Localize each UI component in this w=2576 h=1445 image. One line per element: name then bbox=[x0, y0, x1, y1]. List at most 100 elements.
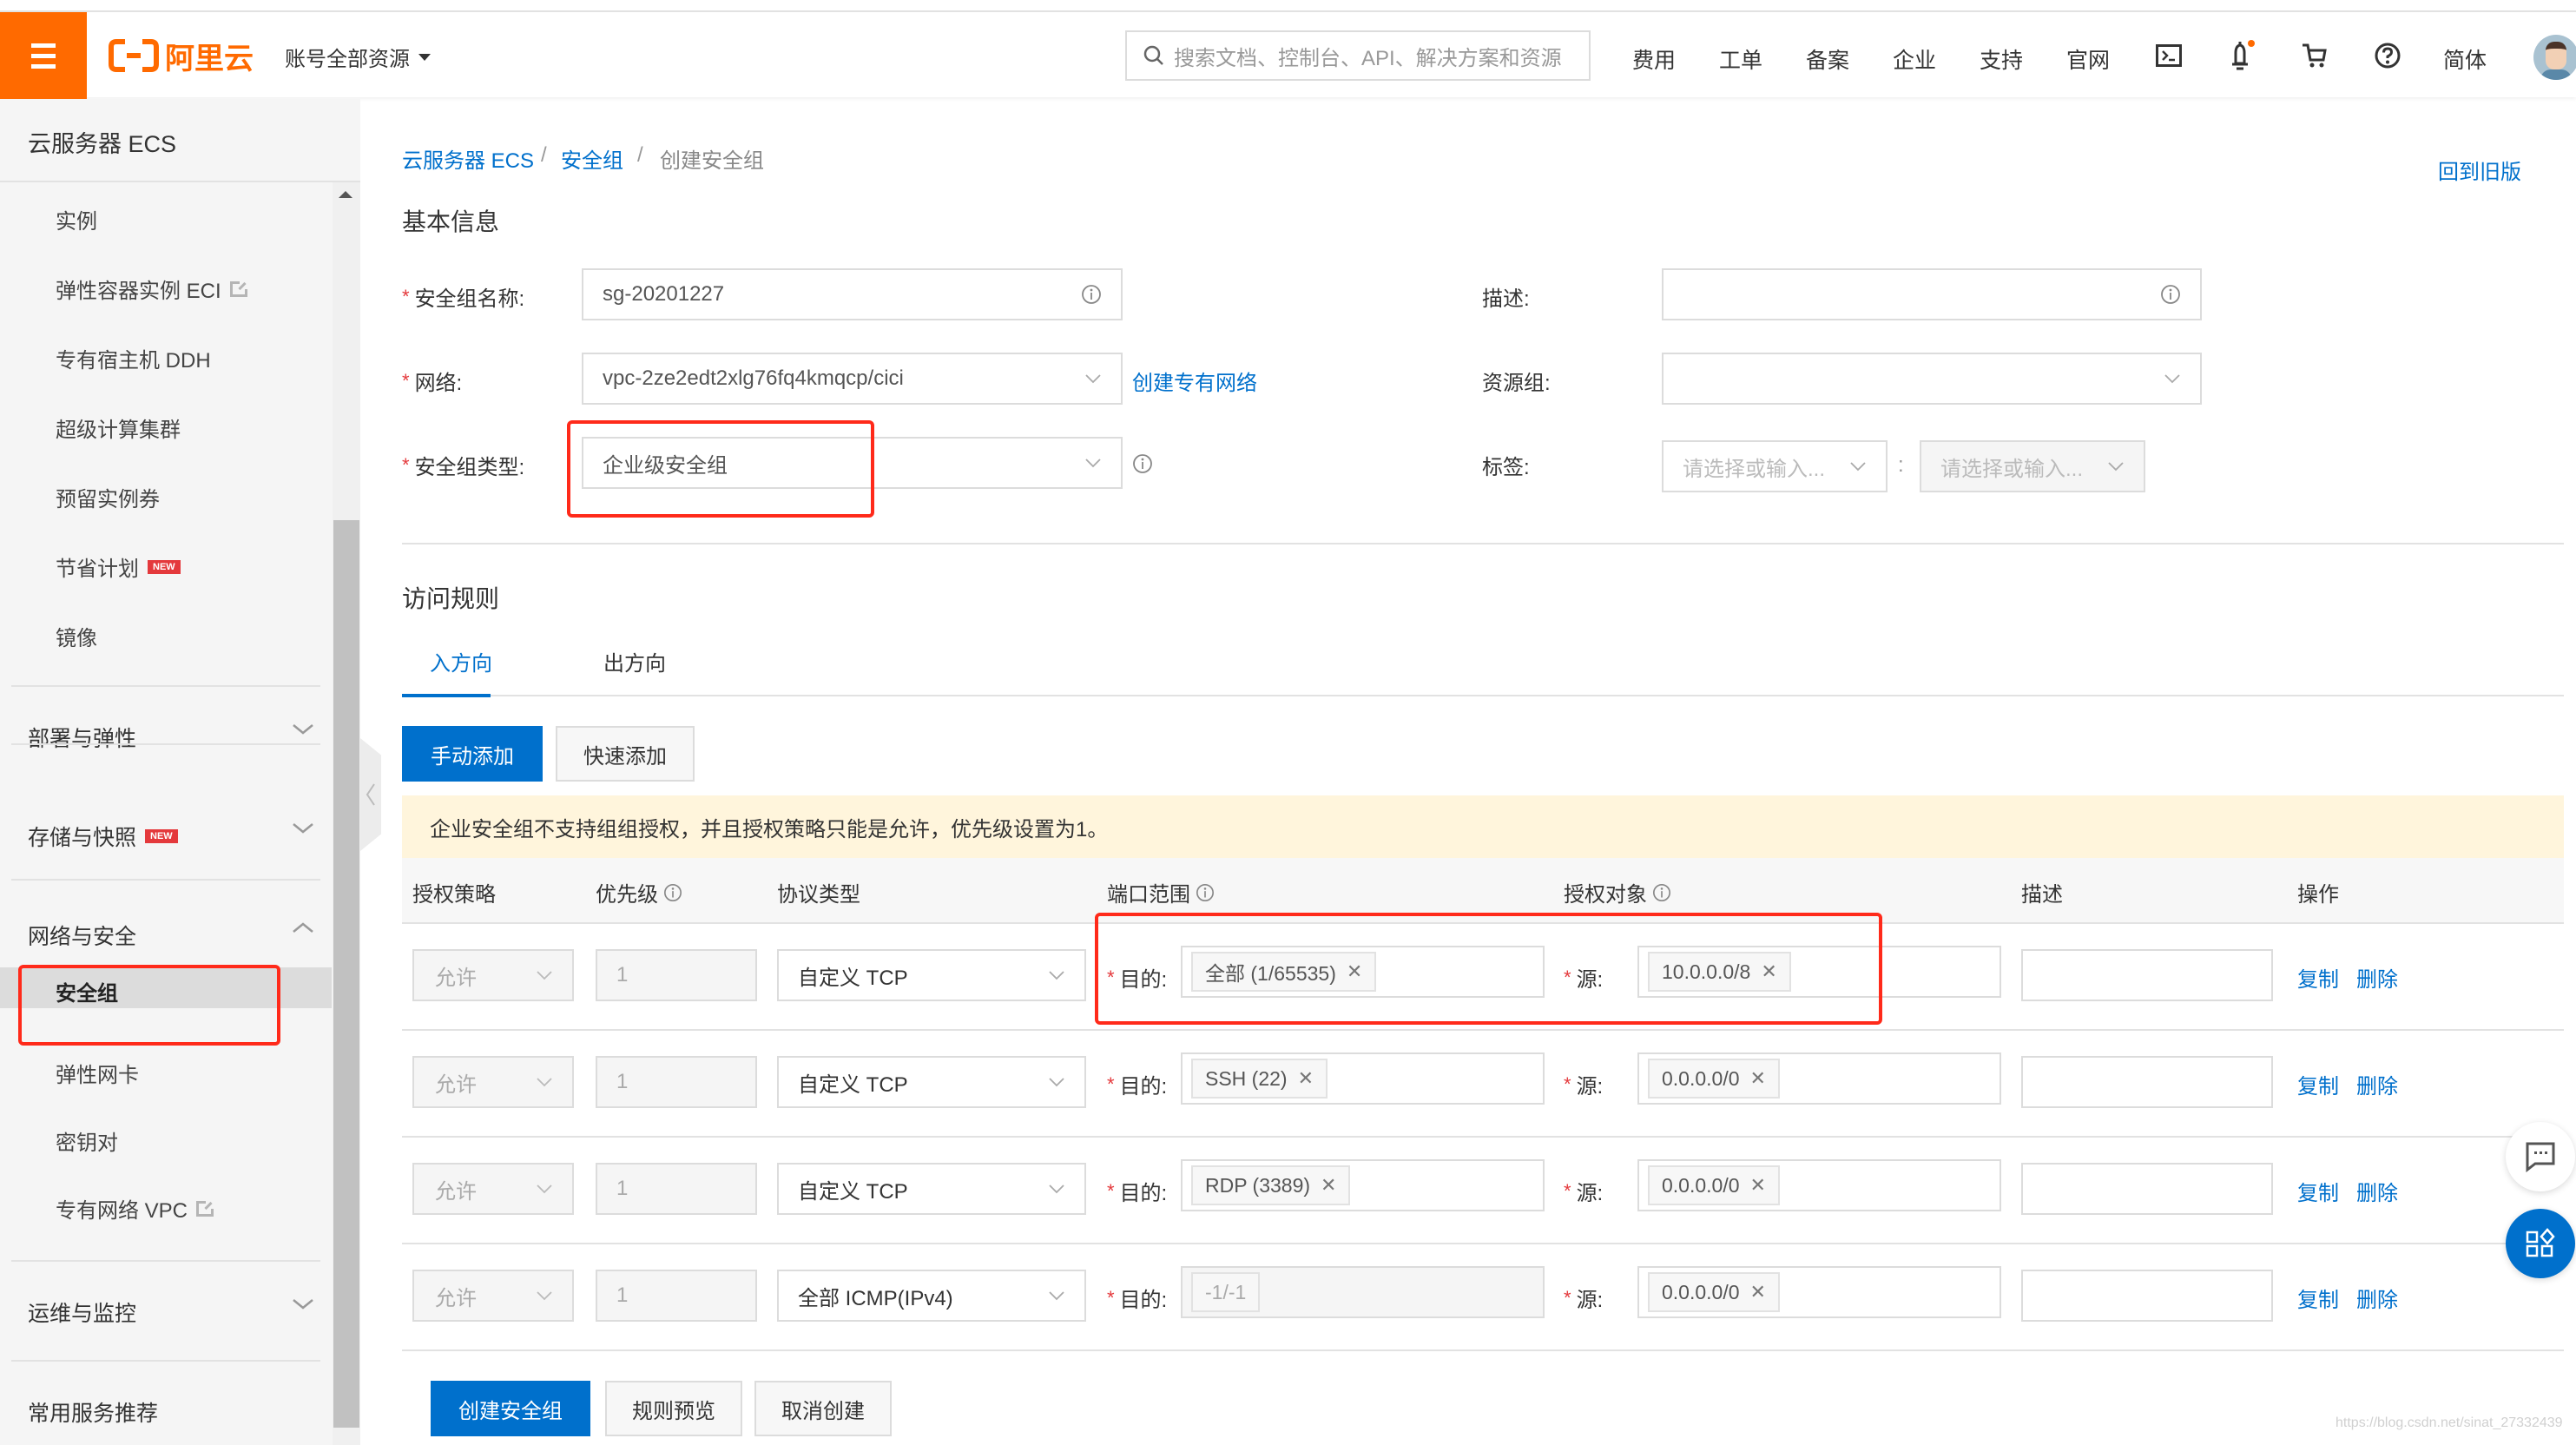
rule-description-input[interactable] bbox=[2021, 1163, 2273, 1215]
remove-tag-icon[interactable]: ✕ bbox=[1750, 1067, 1766, 1090]
tag-value-select[interactable]: 请选择或输入... bbox=[1920, 440, 2145, 492]
remove-tag-icon[interactable]: ✕ bbox=[1750, 1281, 1766, 1303]
tab-outbound[interactable]: 出方向 bbox=[603, 646, 666, 676]
help-icon[interactable] bbox=[2370, 38, 2405, 73]
info-icon[interactable] bbox=[1196, 883, 1215, 902]
nav-icp[interactable]: 备案 bbox=[1806, 43, 1849, 75]
source-input[interactable]: 0.0.0.0/0 ✕ bbox=[1637, 1052, 2001, 1105]
aliyun-logo[interactable]: 阿里云 bbox=[108, 38, 254, 76]
copy-rule-link[interactable]: 复制 bbox=[2297, 1283, 2339, 1313]
security-group-name-input[interactable]: sg-20201227 bbox=[582, 268, 1123, 320]
copy-rule-link[interactable]: 复制 bbox=[2297, 962, 2339, 993]
sidebar-item-savings-plan[interactable]: 节省计划 NEW bbox=[56, 551, 181, 582]
sidebar-item-instances[interactable]: 实例 bbox=[56, 204, 97, 234]
quick-apps-button[interactable] bbox=[2506, 1209, 2575, 1278]
sidebar-item-scc[interactable]: 超级计算集群 bbox=[56, 412, 181, 443]
nav-fees[interactable]: 费用 bbox=[1632, 43, 1676, 75]
create-security-group-button[interactable]: 创建安全组 bbox=[431, 1381, 590, 1436]
breadcrumb-security-groups[interactable]: 安全组 bbox=[561, 143, 623, 174]
sidebar-item-reserved-instances[interactable]: 预留实例券 bbox=[56, 482, 160, 512]
remove-tag-icon[interactable]: ✕ bbox=[1298, 1067, 1314, 1090]
source-input[interactable]: 10.0.0.0/8 ✕ bbox=[1637, 946, 2001, 998]
tag-key-select[interactable]: 请选择或输入... bbox=[1662, 440, 1888, 492]
delete-rule-link[interactable]: 删除 bbox=[2356, 1283, 2398, 1313]
rule-description-input[interactable] bbox=[2021, 1056, 2273, 1108]
cart-icon[interactable] bbox=[2297, 38, 2332, 73]
manual-add-button[interactable]: 手动添加 bbox=[402, 726, 543, 782]
divider bbox=[11, 1360, 320, 1362]
priority-value: 1 bbox=[616, 963, 629, 986]
info-icon[interactable] bbox=[1132, 453, 1153, 474]
delete-rule-link[interactable]: 删除 bbox=[2356, 1176, 2398, 1206]
resource-group-select[interactable] bbox=[1662, 353, 2202, 405]
delete-rule-link[interactable]: 删除 bbox=[2356, 1069, 2398, 1099]
copy-rule-link[interactable]: 复制 bbox=[2297, 1069, 2339, 1099]
column-header-actions: 操作 bbox=[2297, 883, 2339, 907]
sidebar-group-ops-monitoring[interactable]: 运维与监控 bbox=[28, 1297, 314, 1328]
security-group-type-select[interactable]: 企业级安全组 bbox=[582, 437, 1123, 489]
remove-tag-icon[interactable]: ✕ bbox=[1321, 1174, 1336, 1197]
search-input[interactable]: 搜索文档、控制台、API、解决方案和资源 bbox=[1125, 30, 1591, 81]
protocol-select[interactable]: 自定义 TCP bbox=[777, 1056, 1086, 1108]
port-range-input[interactable]: SSH (22) ✕ bbox=[1181, 1052, 1545, 1105]
source-input[interactable]: 0.0.0.0/0 ✕ bbox=[1637, 1159, 2001, 1211]
remove-tag-icon[interactable]: ✕ bbox=[1761, 960, 1776, 983]
network-select[interactable]: vpc-2ze2edt2xlg76fq4kmqcp/cici bbox=[582, 353, 1123, 405]
sidebar-group-deployment[interactable]: 部署与弹性 bbox=[28, 722, 314, 753]
scroll-up-arrow-icon[interactable] bbox=[339, 191, 352, 198]
source-input[interactable]: 0.0.0.0/0 ✕ bbox=[1637, 1266, 2001, 1318]
chevron-down-icon bbox=[293, 823, 313, 834]
divider bbox=[0, 181, 360, 182]
watermark: https://blog.csdn.net/sinat_27332439 bbox=[2336, 1415, 2563, 1430]
rule-description-input[interactable] bbox=[2021, 949, 2273, 1001]
source-label: * 源: bbox=[1564, 1072, 1604, 1099]
description-input[interactable] bbox=[1662, 268, 2202, 320]
delete-rule-link[interactable]: 删除 bbox=[2356, 962, 2398, 993]
breadcrumb-ecs[interactable]: 云服务器 ECS bbox=[402, 143, 534, 174]
create-vpc-link[interactable]: 创建专有网络 bbox=[1132, 366, 1257, 396]
sidebar-item-security-groups[interactable]: 安全组 bbox=[56, 976, 118, 1006]
sidebar-item-vpc[interactable]: 专有网络 VPC bbox=[56, 1193, 215, 1224]
menu-icon[interactable] bbox=[0, 12, 87, 99]
chevron-down-icon bbox=[1049, 971, 1064, 980]
back-to-old-version-link[interactable]: 回到旧版 bbox=[2438, 155, 2521, 185]
cancel-create-button[interactable]: 取消创建 bbox=[754, 1381, 892, 1436]
sidebar-item-images[interactable]: 镜像 bbox=[56, 621, 97, 651]
bell-icon[interactable] bbox=[2224, 38, 2259, 73]
terminal-icon[interactable] bbox=[2151, 38, 2186, 73]
info-icon[interactable] bbox=[1652, 883, 1671, 902]
rules-preview-button[interactable]: 规则预览 bbox=[605, 1381, 742, 1436]
protocol-select[interactable]: 自定义 TCP bbox=[777, 1163, 1086, 1215]
port-range-input[interactable]: 全部 (1/65535) ✕ bbox=[1181, 946, 1545, 998]
language-switch[interactable]: 简体 bbox=[2443, 43, 2487, 75]
nav-official-site[interactable]: 官网 bbox=[2066, 43, 2110, 75]
sidebar-item-ddh[interactable]: 专有宿主机 DDH bbox=[56, 343, 211, 373]
account-resource-dropdown[interactable]: 账号全部资源 bbox=[285, 42, 431, 72]
protocol-select[interactable]: 自定义 TCP bbox=[777, 949, 1086, 1001]
remove-tag-icon[interactable]: ✕ bbox=[1347, 960, 1362, 983]
divider bbox=[11, 685, 320, 687]
user-avatar[interactable] bbox=[2533, 35, 2576, 80]
copy-rule-link[interactable]: 复制 bbox=[2297, 1176, 2339, 1206]
protocol-select[interactable]: 全部 ICMP(IPv4) bbox=[777, 1270, 1086, 1322]
sidebar-scrollbar-thumb[interactable] bbox=[333, 520, 359, 1428]
quick-add-button[interactable]: 快速添加 bbox=[556, 726, 695, 782]
nav-tickets[interactable]: 工单 bbox=[1719, 43, 1762, 75]
feedback-chat-button[interactable] bbox=[2506, 1122, 2575, 1191]
remove-tag-icon[interactable]: ✕ bbox=[1750, 1174, 1766, 1197]
sidebar-group-network-security[interactable]: 网络与安全 bbox=[28, 920, 314, 951]
sidebar-item-eci[interactable]: 弹性容器实例 ECI bbox=[56, 274, 248, 304]
nav-support[interactable]: 支持 bbox=[1980, 43, 2023, 75]
sidebar-item-label: 超级计算集群 bbox=[56, 419, 181, 442]
sidebar-item-eni[interactable]: 弹性网卡 bbox=[56, 1058, 139, 1088]
rule-description-input[interactable] bbox=[2021, 1270, 2273, 1322]
nav-enterprise[interactable]: 企业 bbox=[1893, 43, 1936, 75]
sidebar-item-key-pairs[interactable]: 密钥对 bbox=[56, 1125, 118, 1156]
info-icon[interactable] bbox=[663, 883, 682, 902]
tab-inbound[interactable]: 入方向 bbox=[430, 646, 492, 676]
sidebar-group-recommended-services[interactable]: 常用服务推荐 bbox=[28, 1396, 314, 1428]
port-range-input[interactable]: RDP (3389) ✕ bbox=[1181, 1159, 1545, 1211]
required-asterisk: * bbox=[1564, 1179, 1571, 1202]
sidebar-collapse-handle[interactable] bbox=[360, 738, 381, 851]
sidebar-group-storage[interactable]: 存储与快照 NEW bbox=[28, 821, 314, 852]
